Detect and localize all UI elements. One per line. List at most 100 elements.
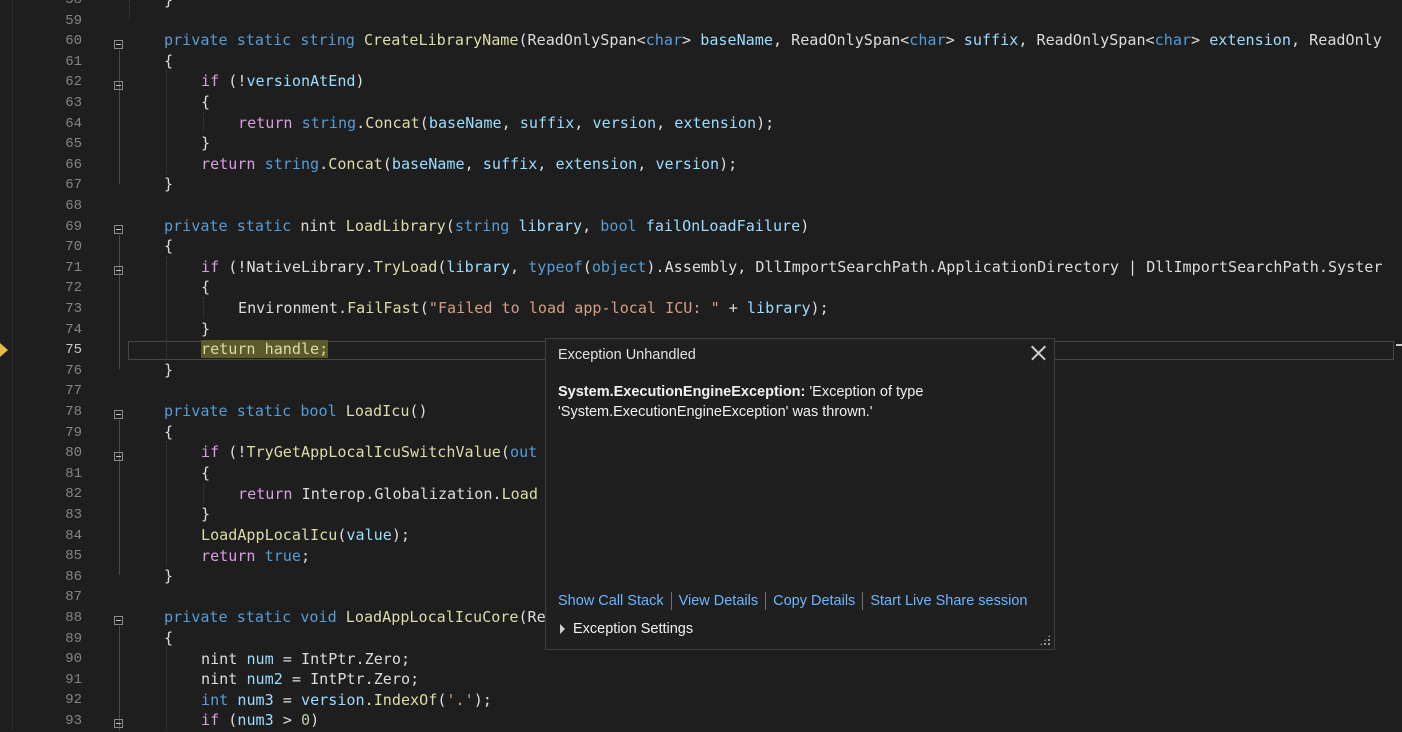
fold-region-line xyxy=(119,420,120,575)
show-call-stack-link[interactable]: Show Call Stack xyxy=(558,593,664,609)
scroll-marker xyxy=(1396,344,1402,346)
execution-pointer-icon xyxy=(0,343,8,357)
code-line-90[interactable]: nint num = IntPtr.Zero; xyxy=(201,649,410,670)
fold-toggle-icon[interactable] xyxy=(114,81,123,90)
indent-guide xyxy=(166,647,167,730)
line-number: 61 xyxy=(65,53,82,70)
code-line-58[interactable]: } xyxy=(164,0,173,11)
indent-guide xyxy=(203,483,204,503)
line-number: 82 xyxy=(65,486,82,503)
line-number: 91 xyxy=(65,671,82,688)
indent-guide xyxy=(203,297,204,317)
line-number: 72 xyxy=(65,280,82,297)
code-line-80[interactable]: if (!TryGetAppLocalIcuSwitchValue(out xyxy=(201,442,537,463)
fold-toggle-icon[interactable] xyxy=(114,266,123,275)
line-number: 78 xyxy=(65,404,82,420)
line-number: 85 xyxy=(65,548,82,565)
code-line-81[interactable]: { xyxy=(201,463,210,484)
line-number: 58 xyxy=(65,0,82,8)
line-number: 59 xyxy=(65,12,82,29)
code-line-85[interactable]: return true; xyxy=(201,546,310,567)
line-number: 60 xyxy=(65,33,82,50)
line-number: 69 xyxy=(65,218,82,235)
code-line-74[interactable]: } xyxy=(201,319,210,340)
indent-guide xyxy=(129,0,130,20)
code-line-62[interactable]: if (!versionAtEnd) xyxy=(201,71,365,92)
code-line-60[interactable]: private static string CreateLibraryName(… xyxy=(164,30,1382,51)
fold-toggle-icon[interactable] xyxy=(114,616,123,625)
line-number: 63 xyxy=(65,95,82,111)
link-separator xyxy=(670,592,672,610)
code-line-71[interactable]: if (!NativeLibrary.TryLoad(library, type… xyxy=(201,257,1382,278)
code-line-84[interactable]: LoadAppLocalIcu(value); xyxy=(201,525,410,546)
code-line-76[interactable]: } xyxy=(164,360,173,381)
line-number: 71 xyxy=(65,259,82,276)
line-number: 93 xyxy=(65,713,82,729)
exception-helper-popup[interactable]: Exception Unhandled System.ExecutionEngi… xyxy=(545,338,1055,650)
fold-toggle-icon[interactable] xyxy=(114,225,123,234)
fold-region-line xyxy=(119,50,120,184)
code-line-82[interactable]: return Interop.Globalization.Load xyxy=(238,484,538,505)
line-number: 70 xyxy=(65,239,82,256)
line-number: 68 xyxy=(65,198,82,214)
indent-guide xyxy=(203,112,204,132)
code-line-88[interactable]: private static void LoadAppLocalIcuCore(… xyxy=(164,607,546,628)
indent-guide xyxy=(166,70,167,174)
copy-details-link[interactable]: Copy Details xyxy=(773,593,855,609)
code-line-67[interactable]: } xyxy=(164,174,173,195)
line-number: 86 xyxy=(65,568,82,585)
line-number: 66 xyxy=(65,156,82,173)
line-number: 62 xyxy=(65,74,82,91)
line-number: 88 xyxy=(65,610,82,626)
line-number: 92 xyxy=(65,692,82,709)
fold-toggle-icon[interactable] xyxy=(114,410,123,419)
line-number: 64 xyxy=(65,115,82,132)
code-line-78[interactable]: private static bool LoadIcu() xyxy=(164,401,428,422)
line-number: 87 xyxy=(65,589,82,606)
line-number: 76 xyxy=(65,362,82,379)
line-number: 74 xyxy=(65,321,82,338)
link-separator xyxy=(765,592,767,610)
code-line-64[interactable]: return string.Concat(baseName, suffix, v… xyxy=(238,113,774,134)
code-line-72[interactable]: { xyxy=(201,277,210,298)
exception-message: System.ExecutionEngineException: 'Except… xyxy=(558,382,978,422)
line-number: 73 xyxy=(65,301,82,317)
code-line-89[interactable]: { xyxy=(164,628,173,649)
line-number: 79 xyxy=(65,424,82,441)
code-line-69[interactable]: private static nint LoadLibrary(string l… xyxy=(164,216,809,237)
exception-settings-expander[interactable]: Exception Settings xyxy=(560,621,693,637)
line-number: 80 xyxy=(65,445,82,462)
code-line-73[interactable]: Environment.FailFast("Failed to load app… xyxy=(238,298,829,319)
fold-region-line xyxy=(119,626,120,730)
line-number: 65 xyxy=(65,136,82,153)
code-line-92[interactable]: int num3 = version.IndexOf('.'); xyxy=(201,690,492,711)
view-details-link[interactable]: View Details xyxy=(679,593,759,609)
link-separator xyxy=(862,592,864,610)
code-line-70[interactable]: { xyxy=(164,236,173,257)
popup-link-bar: Show Call Stack View Details Copy Details S… xyxy=(558,592,1027,610)
code-line-65[interactable]: } xyxy=(201,133,210,154)
code-line-79[interactable]: { xyxy=(164,422,173,443)
popup-title: Exception Unhandled xyxy=(558,347,696,363)
code-line-83[interactable]: } xyxy=(201,504,210,525)
fold-toggle-icon[interactable] xyxy=(114,452,123,461)
line-number: 89 xyxy=(65,630,82,647)
start-live-share-link[interactable]: Start Live Share session xyxy=(870,593,1027,609)
line-number: 75 xyxy=(65,342,82,359)
code-line-75[interactable]: return handle; xyxy=(201,339,329,360)
code-line-61[interactable]: { xyxy=(164,51,173,72)
resize-grip-icon[interactable] xyxy=(1039,634,1051,646)
exception-settings-label: Exception Settings xyxy=(573,621,694,637)
code-line-91[interactable]: nint num2 = IntPtr.Zero; xyxy=(201,669,419,690)
line-number: 90 xyxy=(65,651,82,668)
close-icon[interactable] xyxy=(1028,343,1048,363)
indent-guide xyxy=(166,441,167,565)
exception-type: System.ExecutionEngineException: xyxy=(558,384,806,400)
line-number: 83 xyxy=(65,507,82,523)
fold-toggle-icon[interactable] xyxy=(114,40,123,49)
fold-toggle-icon[interactable] xyxy=(114,719,123,728)
code-line-66[interactable]: return string.Concat(baseName, suffix, e… xyxy=(201,154,737,175)
code-line-63[interactable]: { xyxy=(201,92,210,113)
code-line-93[interactable]: if (num3 > 0) xyxy=(201,710,319,731)
code-line-86[interactable]: } xyxy=(164,566,173,587)
